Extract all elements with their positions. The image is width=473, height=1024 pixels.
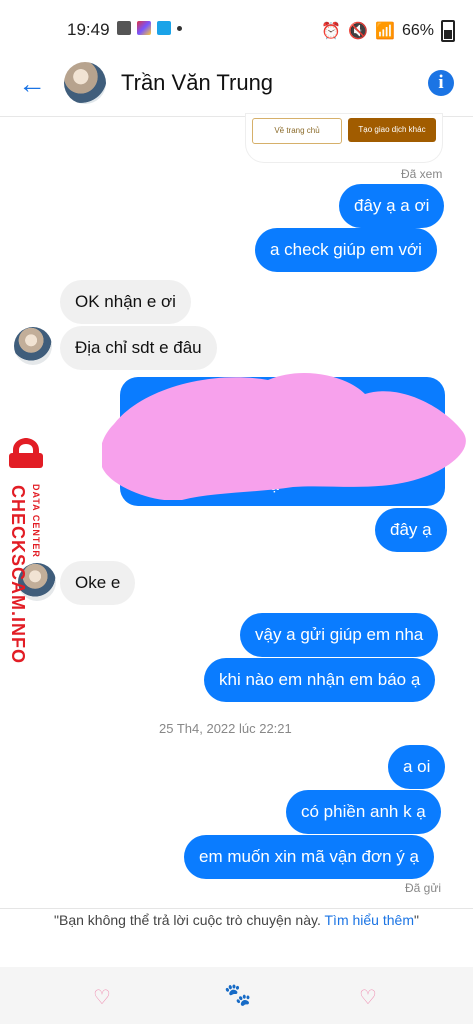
conversation-timestamp: 25 Th4, 2022 lúc 22:21 [159,721,292,736]
learn-more-link[interactable]: Tìm hiểu thêm [325,912,414,928]
heart-icon[interactable]: ♡ [93,985,111,1010]
status-notification-icons [117,21,182,35]
message-out[interactable]: đây ạ a ơi [339,184,445,228]
message-out[interactable]: a oi [388,745,446,789]
message-out[interactable]: đây ạ [375,508,447,552]
composer-divider [0,908,473,909]
message-out[interactable]: khi nào em nhận em báo ạ [204,658,436,702]
heart-icon[interactable]: ♡ [359,985,377,1010]
info-icon[interactable]: i [428,70,454,96]
message-in[interactable]: OK nhận e ơi [60,280,191,324]
notice-text: "Bạn không thể trả lời cuộc trò chuyện n… [54,912,325,928]
message-in[interactable]: Oke e [60,561,136,605]
status-right-icons: ⏰ 🔇 📶 66% [321,20,455,42]
cloud-app-icon [157,21,171,35]
message-out[interactable]: em muốn xin mã vận đơn ý ạ [184,835,434,879]
contact-avatar[interactable] [64,62,106,104]
watermark-sub-text: DATA CENTER [31,484,41,558]
watermark-main-text: CHECKSCAM.INFO [8,485,28,664]
screenshot-home-button: Về trang chủ [252,118,342,144]
conversation-header: ← Trần Văn Trung i [0,58,473,116]
message-out[interactable]: a check giúp em với [255,228,437,272]
more-notifications-dot-icon [177,25,182,31]
contact-name[interactable]: Trần Văn Trung [121,70,273,96]
status-bar: 19:49 ⏰ 🔇 📶 66% [0,0,473,58]
sent-status: Đã gửi [405,881,442,895]
video-app-icon [137,21,151,35]
bottom-system-bar: ♡ 🐾 ♡ [0,967,473,1024]
lock-icon [9,438,43,468]
mute-icon: 🔇 [348,23,369,40]
battery-icon [441,20,455,42]
wifi-icon: 📶 [375,23,395,40]
message-out[interactable]: có phiền anh k ạ [286,790,441,834]
pink-redaction-mark [102,372,466,500]
status-time: 19:49 [67,20,110,39]
back-arrow-icon[interactable]: ← [18,70,46,98]
checkscam-watermark: CHECKSCAM.INFO DATA CENTER [2,438,50,664]
alarm-icon: ⏰ [321,23,342,40]
read-status-top: Đã xem [401,167,443,181]
cannot-reply-notice: "Bạn không thể trả lời cuộc trò chuyện n… [0,912,473,928]
gallery-icon [117,21,131,35]
battery-percent: 66% [401,22,434,39]
message-in[interactable]: Địa chỉ sdt e đâu [60,326,217,370]
embedded-screenshot-message[interactable]: Về trang chủ Tạo giao dịch khác [246,114,442,162]
screenshot-new-transaction-button: Tạo giao dịch khác [348,118,436,142]
paw-icon[interactable]: 🐾 [224,982,251,1008]
sender-avatar[interactable] [14,327,52,365]
message-out[interactable]: vậy a gửi giúp em nha [240,613,439,657]
notice-end-quote: " [413,912,419,928]
